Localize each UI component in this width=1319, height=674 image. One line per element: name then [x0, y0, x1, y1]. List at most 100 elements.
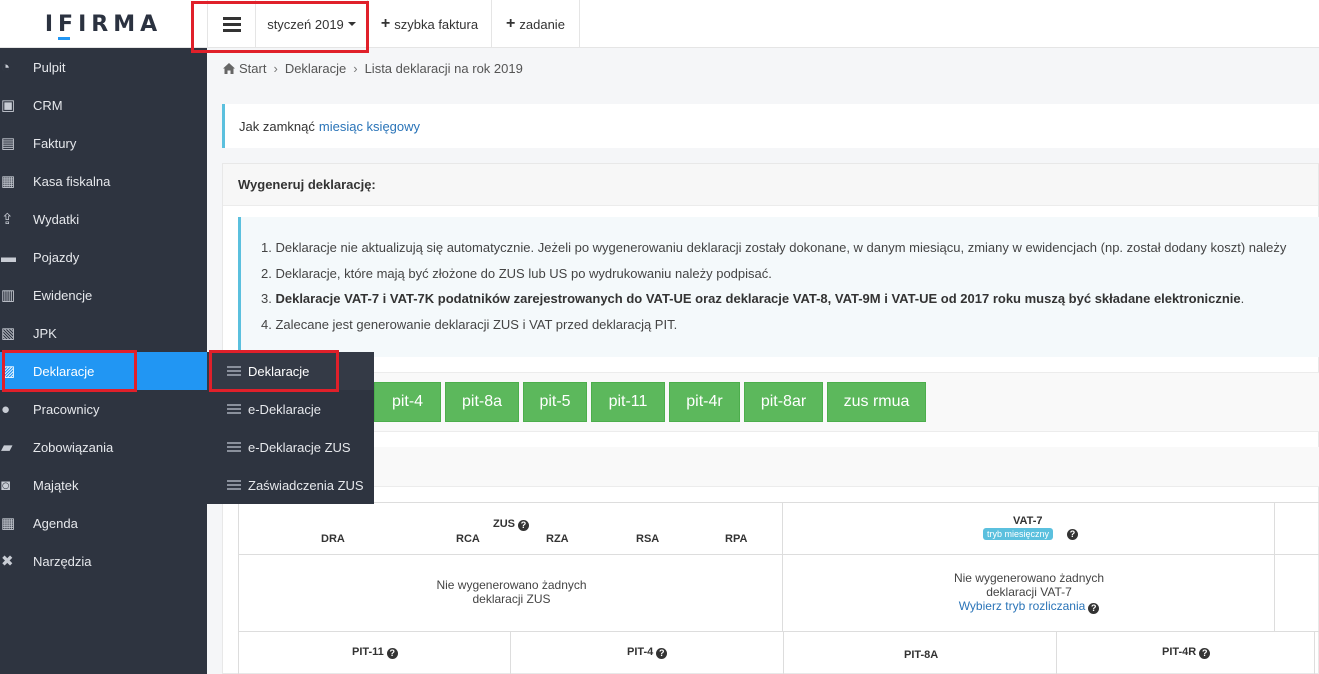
submenu-label: e-Deklaracje ZUS	[248, 439, 351, 455]
breadcrumb-current: Lista deklaracji na rok 2019	[364, 61, 523, 76]
sidebar-item-label: Pulpit	[33, 59, 66, 75]
list-icon	[227, 404, 241, 414]
vat-empty-message: Nie wygenerowano żadnych deklaracji VAT-7…	[953, 571, 1105, 614]
extra-header-cell	[1275, 503, 1319, 555]
pit-4r-header-cell: PIT-4R?	[1057, 632, 1315, 674]
submenu-item-zaswiadczenia-zus[interactable]: Zaświadczenia ZUS	[207, 466, 374, 504]
highlight-box-topbar	[191, 1, 369, 53]
logo[interactable]: IFIRMA	[0, 0, 207, 48]
sidebar-item-label: Pracownicy	[33, 401, 100, 417]
help-icon[interactable]: ?	[518, 520, 529, 531]
pit-4-header: PIT-4?	[627, 646, 668, 659]
month-close-link[interactable]: miesiąc księgowy	[319, 119, 420, 134]
submenu-label: Zaświadczenia ZUS	[248, 477, 364, 493]
pit-8a-button[interactable]: pit-8a	[445, 382, 519, 422]
sidebar-item-pulpit[interactable]: ◔ Pulpit	[0, 48, 207, 86]
tools-icon: ✖	[1, 553, 14, 570]
cash-register-icon: ▦	[1, 173, 16, 190]
highlight-box-submenu	[209, 350, 339, 392]
quick-invoice-button[interactable]: + szybka faktura	[368, 0, 492, 48]
note-4: 4. Zalecane jest generowanie deklaracji …	[261, 316, 678, 332]
choose-mode-link[interactable]: Wybierz tryb rozliczania	[959, 599, 1086, 613]
sidebar-item-label: Agenda	[33, 515, 78, 531]
sidebar-item-pracownicy[interactable]: ● Pracownicy	[0, 390, 207, 428]
breadcrumb-deklaracje[interactable]: Deklaracje	[285, 61, 346, 76]
sidebar-item-jpk[interactable]: ▧ JPK	[0, 314, 207, 352]
pit-4-header-cell: PIT-4?	[511, 632, 784, 674]
pit-4r-button[interactable]: pit-4r	[669, 382, 740, 422]
list-icon	[227, 480, 241, 490]
pit-4r-header: PIT-4R?	[1162, 646, 1211, 659]
home-icon	[223, 63, 235, 74]
jpk-icon: ▧	[1, 325, 16, 342]
sidebar-item-zobowiazania[interactable]: ▰ Zobowiązania	[0, 428, 207, 466]
logo-accent	[58, 37, 70, 40]
sidebar-item-pojazdy[interactable]: ▬ Pojazdy	[0, 238, 207, 276]
breadcrumb-home[interactable]: Start	[239, 61, 266, 76]
list-icon	[227, 442, 241, 452]
section-strip	[223, 447, 1319, 487]
note-3-prefix: 3.	[261, 291, 276, 306]
zus-col-rca: RCA	[456, 533, 480, 545]
zus-col-rza: RZA	[546, 533, 569, 545]
submenu-label: e-Deklaracje	[248, 401, 321, 417]
zus-header-cell: ZUS? DRA RCA RZA RSA RPA	[238, 503, 783, 555]
help-icon[interactable]: ?	[1199, 648, 1211, 659]
task-label: zadanie	[519, 16, 565, 32]
sidebar-item-label: JPK	[33, 325, 57, 341]
calendar-icon: ▦	[1, 515, 16, 532]
sidebar-item-wydatki[interactable]: ⇪ Wydatki	[0, 200, 207, 238]
zus-col-dra: DRA	[321, 533, 345, 545]
pit-11-header-cell: PIT-11?	[238, 632, 511, 674]
note-3-bold: Deklaracje VAT-7 i VAT-7K podatników zar…	[275, 291, 1241, 306]
plus-icon: +	[506, 15, 516, 32]
zus-header: ZUS?	[493, 518, 529, 531]
camera-icon: ◙	[1, 476, 11, 494]
help-icon[interactable]: ?	[1088, 603, 1100, 614]
submenu-item-e-deklaracje-zus[interactable]: e-Deklaracje ZUS	[207, 428, 374, 466]
zus-col-rsa: RSA	[636, 533, 660, 545]
pit-11-button[interactable]: pit-11	[591, 382, 665, 422]
sidebar-item-ewidencje[interactable]: ▥ Ewidencje	[0, 276, 207, 314]
notes-box: 1. Deklaracje nie aktualizują się automa…	[238, 217, 1319, 357]
pit-4-button[interactable]: pit-4	[374, 382, 441, 422]
contacts-icon: ▣	[1, 97, 16, 114]
sidebar-item-narzedzia[interactable]: ✖ Narzędzia	[0, 542, 207, 580]
task-button[interactable]: + zadanie	[492, 0, 580, 48]
help-icon[interactable]: ?	[1067, 529, 1078, 540]
sidebar-item-agenda[interactable]: ▦ Agenda	[0, 504, 207, 542]
zus-empty-message: Nie wygenerowano żadnych deklaracji ZUS	[436, 578, 587, 606]
help-icon[interactable]: ?	[386, 648, 398, 659]
zus-empty-cell: Nie wygenerowano żadnych deklaracji ZUS	[238, 555, 783, 632]
sidebar-item-label: Zobowiązania	[33, 439, 114, 455]
sidebar-item-crm[interactable]: ▣ CRM	[0, 86, 207, 124]
sidebar-item-label: Majątek	[33, 477, 79, 493]
upload-icon: ⇪	[1, 211, 14, 228]
pit-5-button[interactable]: pit-5	[523, 382, 587, 422]
ledger-icon: ▥	[1, 287, 16, 304]
sidebar-item-faktury[interactable]: ▤ Faktury	[0, 124, 207, 162]
pit-8a-header: PIT-8A	[904, 649, 939, 661]
declaration-buttons: pit-4 pit-8a pit-5 pit-11 pit-4r pit-8ar…	[223, 372, 1319, 432]
invoice-icon: ▤	[1, 135, 16, 152]
highlight-box-sidebar	[2, 350, 137, 392]
truck-icon: ▬	[1, 248, 16, 266]
help-icon[interactable]: ?	[656, 648, 668, 659]
sidebar-item-label: Narzędzia	[33, 553, 92, 569]
note-2: 2. Deklaracje, które mają być złożone do…	[261, 265, 772, 281]
vat-mode-badge: tryb miesięczny	[983, 528, 1054, 540]
pit-11-header: PIT-11?	[352, 646, 398, 659]
dashboard-icon: ◔	[1, 58, 11, 76]
zus-rmua-button[interactable]: zus rmua	[827, 382, 926, 422]
zus-col-rpa: RPA	[725, 533, 748, 545]
info-text: Jak zamknąć	[239, 118, 315, 134]
quick-invoice-label: szybka faktura	[394, 16, 479, 32]
employee-icon: ●	[1, 400, 11, 418]
plus-icon: +	[380, 15, 391, 32]
sidebar-item-label: Ewidencje	[33, 287, 93, 303]
submenu-item-e-deklaracje[interactable]: e-Deklaracje	[207, 390, 374, 428]
sidebar-item-kasa-fiskalna[interactable]: ▦ Kasa fiskalna	[0, 162, 207, 200]
sidebar-item-label: Faktury	[33, 135, 77, 151]
pit-8ar-button[interactable]: pit-8ar	[744, 382, 823, 422]
sidebar-item-majatek[interactable]: ◙ Majątek	[0, 466, 207, 504]
